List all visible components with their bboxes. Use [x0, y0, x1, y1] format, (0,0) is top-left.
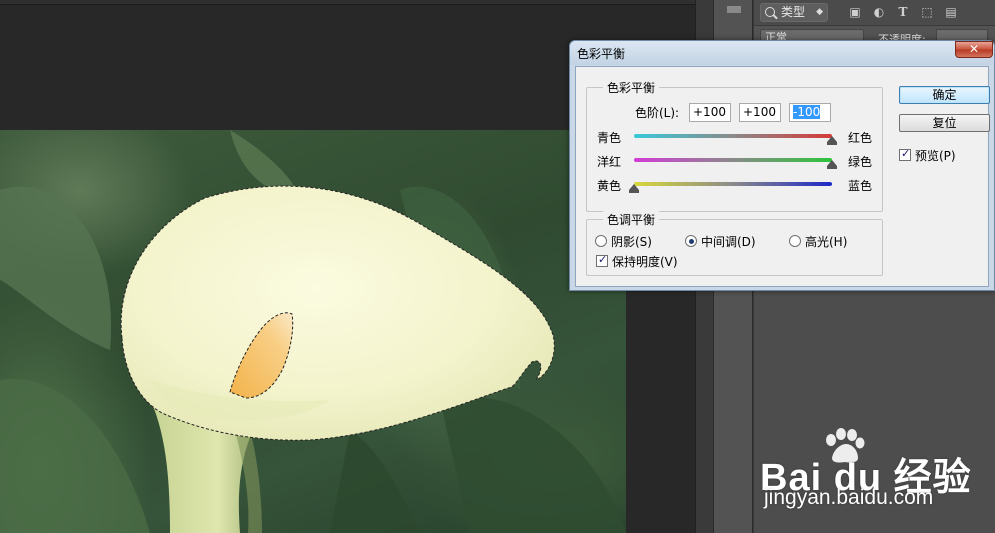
reset-button[interactable]: 复位 [899, 114, 990, 132]
slider-blue-label: 蓝色 [848, 179, 873, 193]
kind-filter-label: 类型 [781, 5, 806, 19]
yellow-blue-slider-thumb[interactable] [629, 184, 639, 193]
document-canvas[interactable] [0, 130, 626, 533]
preserve-luminosity-checkbox[interactable] [596, 253, 608, 267]
layers-filter-bar: 类型 ◆ ▣ ◐ T ⬚ ▤ [754, 0, 995, 26]
midtones-label[interactable]: 中间调(D) [701, 233, 756, 250]
slider-cyan-label: 青色 [597, 131, 622, 145]
level-magenta-green-field[interactable]: +100 [739, 103, 781, 122]
magenta-green-slider-thumb[interactable] [827, 160, 837, 169]
cyan-red-slider-thumb[interactable] [827, 136, 837, 145]
photoshop-workspace: 类型 ◆ ▣ ◐ T ⬚ ▤ 正常 不透明度: Bai du 经验 jingya… [0, 0, 995, 533]
pixel-layer-filter-icon[interactable]: ▣ [848, 5, 862, 19]
preview-checkbox[interactable] [899, 147, 911, 161]
highlights-radio[interactable] [789, 235, 801, 247]
dialog-title: 色彩平衡 [577, 47, 626, 61]
calla-lily-photo [0, 130, 626, 533]
panel-collapse-icon[interactable] [724, 0, 744, 16]
kind-filter-select[interactable]: 类型 ◆ [760, 3, 828, 22]
slider-green-label: 绿色 [848, 155, 873, 169]
top-ruler [0, 0, 695, 5]
levels-label: 色阶(L): [635, 106, 680, 120]
color-balance-group-title: 色彩平衡 [603, 79, 660, 96]
dialog-body: 色彩平衡 色阶(L): +100 +100 -100 青色 红色 洋红 绿色 黄… [575, 66, 990, 287]
magenta-green-slider[interactable] [634, 158, 832, 162]
cyan-red-slider[interactable] [634, 134, 832, 138]
tone-balance-group: 色调平衡 阴影(S) 中间调(D) 高光(H) 保持明度(V) [586, 211, 883, 276]
adjustment-layer-filter-icon[interactable]: ◐ [872, 5, 886, 19]
type-layer-filter-icon[interactable]: T [896, 5, 910, 19]
shadows-label[interactable]: 阴影(S) [611, 233, 652, 250]
slider-red-label: 红色 [848, 131, 873, 145]
dialog-titlebar[interactable]: 色彩平衡 ✕ [570, 41, 994, 65]
baidu-jingyan-watermark: Bai du 经验 jingyan.baidu.com [760, 428, 980, 518]
slider-yellow-label: 黄色 [597, 179, 622, 193]
preview-label[interactable]: 预览(P) [915, 147, 956, 164]
smart-object-filter-icon[interactable]: ▤ [944, 5, 958, 19]
close-button[interactable]: ✕ [955, 41, 993, 58]
color-balance-dialog: 色彩平衡 ✕ 色彩平衡 色阶(L): +100 +100 -100 青色 红色 … [569, 40, 995, 291]
level-yellow-blue-field[interactable]: -100 [789, 103, 831, 122]
color-balance-group: 色彩平衡 色阶(L): +100 +100 -100 青色 红色 洋红 绿色 黄… [586, 79, 883, 212]
tone-balance-group-title: 色调平衡 [603, 211, 660, 228]
ok-button[interactable]: 确定 [899, 86, 990, 104]
updown-arrows-icon: ◆ [816, 7, 823, 17]
preserve-luminosity-label[interactable]: 保持明度(V) [612, 253, 678, 270]
shadows-radio[interactable] [595, 235, 607, 247]
midtones-radio[interactable] [685, 235, 697, 247]
search-icon [765, 7, 775, 17]
watermark-url: jingyan.baidu.com [764, 486, 934, 509]
highlights-label[interactable]: 高光(H) [805, 233, 847, 250]
close-icon: ✕ [968, 42, 980, 56]
yellow-blue-slider[interactable] [634, 182, 832, 186]
slider-magenta-label: 洋红 [597, 155, 622, 169]
shape-layer-filter-icon[interactable]: ⬚ [920, 5, 934, 19]
level-cyan-red-field[interactable]: +100 [689, 103, 731, 122]
